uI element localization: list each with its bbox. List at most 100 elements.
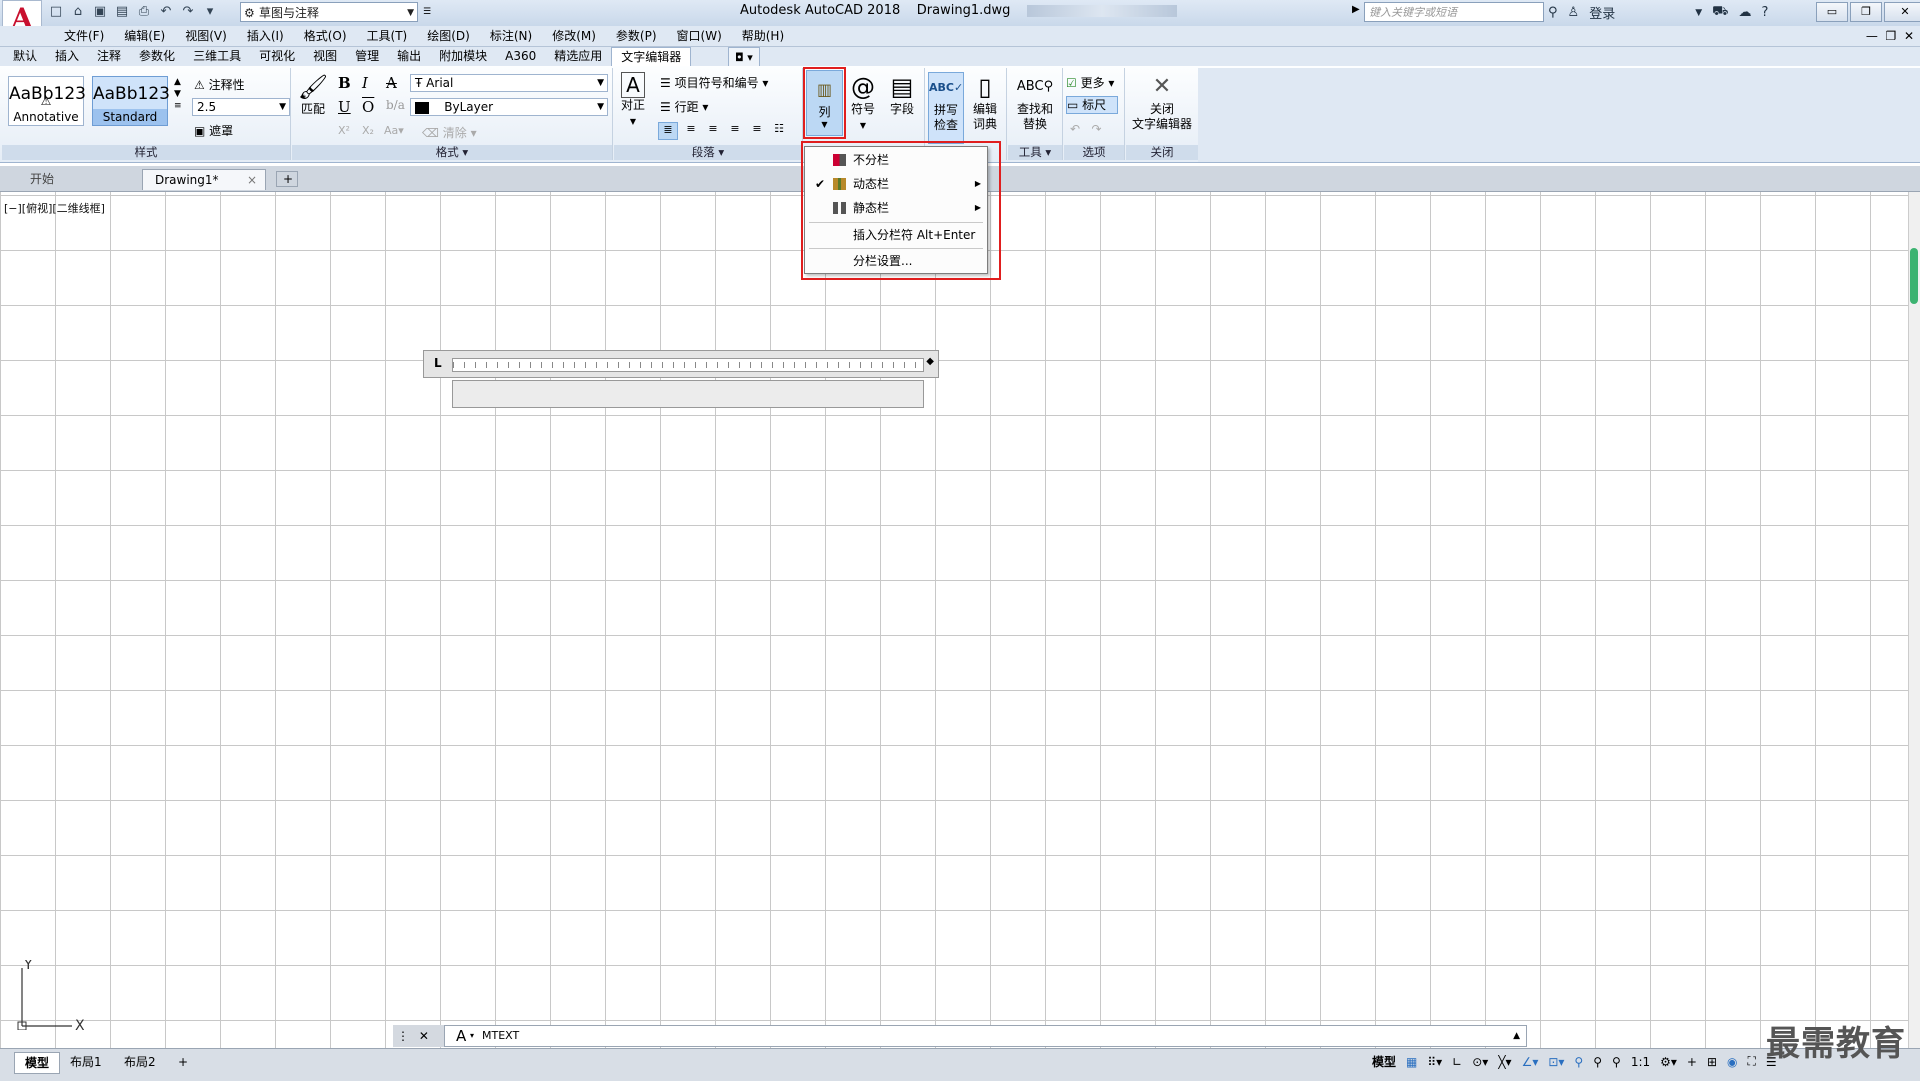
print-icon[interactable]: ⎙ bbox=[136, 4, 152, 20]
menu-insert[interactable]: 插入(I) bbox=[237, 26, 294, 46]
bold-button[interactable]: B bbox=[338, 74, 351, 92]
undo-redo-small[interactable]: ↶ ↷ bbox=[1070, 122, 1102, 136]
clear-button[interactable]: ⌫ 清除 ▾ bbox=[422, 124, 477, 141]
align-right-icon[interactable]: ≡ bbox=[726, 122, 744, 138]
tab-featured-apps[interactable]: 精选应用 bbox=[545, 47, 611, 67]
annotation-scale-icon[interactable]: ⚲ bbox=[1612, 1055, 1621, 1069]
login-button[interactable]: 登录 bbox=[1589, 3, 1615, 22]
match-button[interactable]: 🖌 匹配 bbox=[296, 72, 330, 117]
redo-icon[interactable]: ↷ bbox=[180, 4, 196, 20]
layout-tab-1[interactable]: 布局1 bbox=[60, 1052, 112, 1072]
symbol-button[interactable]: @ 符号 ▼ bbox=[848, 72, 878, 133]
saveas-icon[interactable]: ▤ bbox=[114, 4, 130, 20]
layout-tab-2[interactable]: 布局2 bbox=[114, 1052, 166, 1072]
tab-home[interactable]: 默认 bbox=[4, 47, 46, 67]
drawing-canvas[interactable] bbox=[0, 192, 1908, 1048]
new-tab-button[interactable]: + bbox=[276, 171, 298, 187]
align-distribute-icon[interactable]: ☷ bbox=[770, 122, 788, 138]
viewport-controls[interactable]: [−][俯视][二维线框] bbox=[4, 200, 105, 216]
workspace-gear-icon[interactable]: ⚙▾ bbox=[1660, 1055, 1677, 1069]
user-icon[interactable]: ♙ bbox=[1568, 5, 1580, 20]
linespacing-button[interactable]: ☰ 行距 ▾ bbox=[660, 98, 708, 115]
text-height-combo[interactable]: 2.5 ▼ bbox=[192, 98, 290, 116]
tab-stop-icon[interactable]: L bbox=[434, 356, 442, 370]
menu-parametric[interactable]: 参数(P) bbox=[606, 26, 667, 46]
spell-check-button[interactable]: ABC✓ 拼写 检查 bbox=[928, 72, 964, 144]
mtext-ruler[interactable]: L ◆ bbox=[423, 350, 939, 378]
panel-title-paragraph[interactable]: 段落 ▾ bbox=[614, 145, 802, 160]
more-button[interactable]: ☑ 更多 ▾ bbox=[1066, 74, 1114, 91]
qat-dropdown-icon[interactable]: ☰ bbox=[420, 2, 434, 22]
mask-button[interactable]: ▣ 遮罩 bbox=[194, 122, 233, 139]
search-input[interactable]: 键入关键字或短语 bbox=[1364, 2, 1544, 22]
tab-start[interactable]: 开始 bbox=[18, 169, 138, 190]
style-annotative[interactable]: AaBb123 ⚠ Annotative bbox=[8, 76, 86, 126]
change-case-button[interactable]: Aa▾ bbox=[384, 124, 404, 137]
underline-button[interactable]: U bbox=[338, 98, 351, 116]
menu-format[interactable]: 格式(O) bbox=[294, 26, 357, 46]
new-icon[interactable]: □ bbox=[48, 4, 64, 20]
clean-screen-icon[interactable]: ⛶ bbox=[1748, 1054, 1756, 1069]
osnap-icon[interactable]: ∠▾ bbox=[1522, 1055, 1539, 1069]
tab-annotate[interactable]: 注释 bbox=[88, 47, 130, 67]
superscript-button[interactable]: X² bbox=[338, 124, 350, 137]
annotation-visibility-icon[interactable]: ⚲ bbox=[1574, 1055, 1583, 1069]
scale-button[interactable]: 1:1 bbox=[1631, 1055, 1650, 1069]
polar-icon[interactable]: ⊙▾ bbox=[1472, 1055, 1488, 1069]
help-icon[interactable]: ? bbox=[1761, 5, 1768, 20]
mtext-input-box[interactable] bbox=[452, 380, 924, 408]
tab-manage[interactable]: 管理 bbox=[346, 47, 388, 67]
tab-insert[interactable]: 插入 bbox=[46, 47, 88, 67]
tab-output[interactable]: 输出 bbox=[388, 47, 430, 67]
menu-dimension[interactable]: 标注(N) bbox=[480, 26, 542, 46]
panel-title-format[interactable]: 格式 ▾ bbox=[292, 145, 612, 160]
tab-text-editor[interactable]: 文字编辑器 bbox=[611, 47, 692, 67]
navigation-bar-handle[interactable] bbox=[1910, 248, 1918, 304]
plus-icon[interactable]: + bbox=[1687, 1055, 1697, 1069]
layout-tab-model[interactable]: 模型 bbox=[14, 1052, 61, 1074]
close-text-editor-button[interactable]: ✕ 关闭 文字编辑器 bbox=[1128, 72, 1196, 132]
workspace-selector[interactable]: ⚙ 草图与注释 ▼ bbox=[240, 2, 418, 22]
edit-dictionary-button[interactable]: ▯ 编辑 词典 bbox=[968, 72, 1002, 132]
doc-window-controls[interactable]: — ❐ ✕ bbox=[1866, 26, 1914, 46]
align-center-icon[interactable]: ≡ bbox=[704, 122, 722, 138]
menu-tools[interactable]: 工具(T) bbox=[357, 26, 418, 46]
tab-addins[interactable]: 附加模块 bbox=[430, 47, 496, 67]
save-icon[interactable]: ▣ bbox=[92, 4, 108, 20]
ruler-track[interactable] bbox=[452, 358, 924, 372]
find-replace-button[interactable]: ABC⚲ 查找和 替换 bbox=[1012, 72, 1058, 132]
grid-icon[interactable]: ▦ bbox=[1406, 1055, 1417, 1069]
isodraft-icon[interactable]: ╳▾ bbox=[1498, 1055, 1511, 1069]
italic-button[interactable]: I bbox=[362, 74, 368, 92]
field-button[interactable]: ▤ 字段 bbox=[886, 72, 918, 117]
qat-more-icon[interactable]: ▾ bbox=[202, 4, 218, 20]
tab-visualize[interactable]: 可视化 bbox=[250, 47, 304, 67]
style-scroll-arrows[interactable]: ▲ ▼ ≡ bbox=[174, 76, 182, 112]
login-dropdown-icon[interactable]: ▼ bbox=[1695, 8, 1702, 18]
close-command-icon[interactable]: ✕ bbox=[419, 1029, 429, 1043]
menu-draw[interactable]: 绘图(D) bbox=[417, 26, 480, 46]
hardware-accel-icon[interactable]: ◉ bbox=[1727, 1055, 1737, 1069]
panel-title-tools[interactable]: 工具 ▾ bbox=[1008, 145, 1062, 160]
restore-button[interactable]: ❐ bbox=[1850, 2, 1882, 22]
minimize-button[interactable]: ▭ bbox=[1816, 2, 1848, 22]
tab-drawing1[interactable]: Drawing1* × bbox=[142, 169, 266, 190]
open-icon[interactable]: ⌂ bbox=[70, 4, 86, 20]
grip-icon[interactable]: ⋮ bbox=[397, 1029, 409, 1043]
bullets-button[interactable]: ☰ 项目符号和编号 ▾ bbox=[660, 74, 768, 91]
tab-view[interactable]: 视图 bbox=[304, 47, 346, 67]
justify-button[interactable]: A 对正 ▼ bbox=[618, 72, 648, 129]
command-history-icon[interactable]: ▲ bbox=[1513, 1026, 1520, 1046]
undo-icon[interactable]: ↶ bbox=[158, 4, 174, 20]
tab-a360[interactable]: A360 bbox=[496, 47, 545, 67]
stack-button[interactable]: b/a bbox=[386, 98, 405, 112]
tab-3d-tools[interactable]: 三维工具 bbox=[184, 47, 250, 67]
menu-modify[interactable]: 修改(M) bbox=[542, 26, 606, 46]
binoculars-icon[interactable]: ⚲ bbox=[1548, 5, 1558, 20]
search-expand-icon[interactable]: ▶ bbox=[1352, 4, 1360, 15]
auto-scale-icon[interactable]: ⚲ bbox=[1593, 1055, 1602, 1069]
subscript-button[interactable]: X₂ bbox=[362, 124, 374, 137]
style-standard[interactable]: AaBb123 Standard bbox=[92, 76, 170, 126]
align-default-icon[interactable]: ≣ bbox=[658, 122, 678, 140]
align-left-icon[interactable]: ≡ bbox=[682, 122, 700, 138]
